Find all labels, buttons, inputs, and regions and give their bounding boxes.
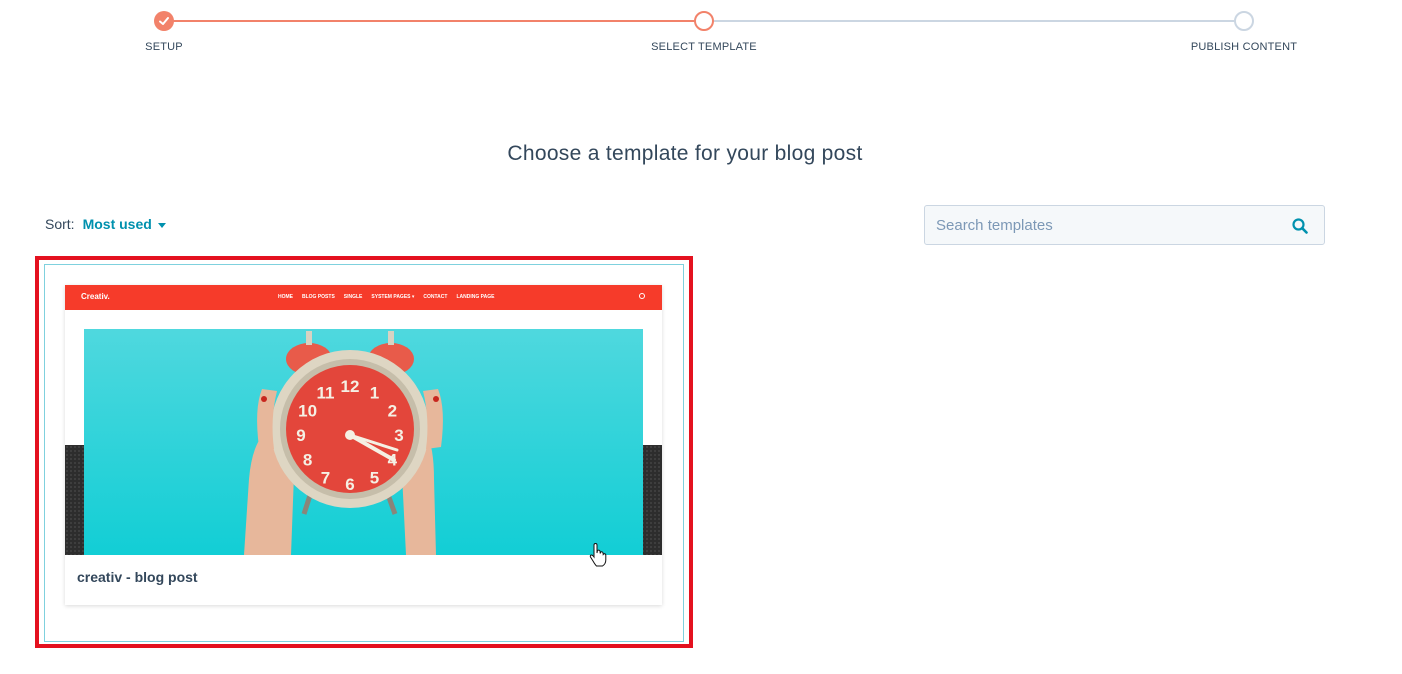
step-select-template-dot <box>694 11 714 31</box>
preview-logo: Creativ. <box>81 292 110 301</box>
step-setup-dot[interactable] <box>154 11 174 31</box>
preview-navbar: Creativ. HOME BLOG POSTS SINGLE SYSTEM P… <box>65 285 662 310</box>
search-input[interactable] <box>925 206 1276 244</box>
stepper-line-pending <box>704 20 1244 22</box>
preview-menu-item: SINGLE <box>343 294 363 300</box>
sort-dropdown[interactable]: Most used <box>83 216 166 232</box>
clock-number: 11 <box>317 384 335 403</box>
page-title: Choose a template for your blog post <box>507 142 863 165</box>
clock-number: 9 <box>296 426 305 445</box>
preview-menu-item: SYSTEM PAGES ▾ <box>371 294 415 300</box>
search-box <box>924 205 1325 245</box>
hand-pointer-icon <box>589 543 607 567</box>
sort-control: Sort: Most used <box>45 216 166 232</box>
sort-dropdown-value: Most used <box>82 216 152 232</box>
check-icon <box>159 17 169 25</box>
step-setup-label[interactable]: SETUP <box>145 41 183 53</box>
step-publish-content-dot <box>1234 11 1254 31</box>
clock-number: 12 <box>341 377 360 396</box>
preview-menu-item: LANDING PAGE <box>456 294 495 300</box>
search-icon[interactable] <box>1292 218 1308 234</box>
alarm-clock-illustration: 12 12 3 45678 9 1011 <box>244 331 443 555</box>
template-card[interactable]: Creativ. HOME BLOG POSTS SINGLE SYSTEM P… <box>65 285 662 605</box>
clock-number: 10 <box>298 402 317 421</box>
clock-number: 8 <box>303 451 312 470</box>
progress-stepper: SETUP SELECT TEMPLATE PUBLISH CONTENT <box>0 0 1402 70</box>
preview-menu-item: HOME <box>278 294 293 300</box>
template-card-title: creativ - blog post <box>77 569 198 585</box>
preview-search-icon <box>639 293 645 299</box>
preview-hero-image: 12 1 2 3 4 5 6 7 8 9 10 11 <box>84 329 643 555</box>
preview-menu-item: CONTACT <box>423 294 448 300</box>
clock-number: 3 <box>394 426 403 445</box>
step-publish-content-label: PUBLISH CONTENT <box>1190 41 1298 53</box>
clock-number: 2 <box>388 402 397 421</box>
clock-number: 5 <box>370 468 379 487</box>
caret-down-icon <box>157 222 166 228</box>
stepper-line-complete <box>164 20 704 22</box>
preview-menu-item: BLOG POSTS <box>302 294 335 300</box>
clock-number: 1 <box>370 384 379 403</box>
clock-number: 7 <box>321 468 330 487</box>
clock-number: 4 <box>388 451 398 470</box>
sort-label: Sort: <box>45 216 75 232</box>
step-select-template-label: SELECT TEMPLATE <box>651 41 757 53</box>
preview-menu: HOME BLOG POSTS SINGLE SYSTEM PAGES ▾ CO… <box>278 294 494 300</box>
clock-number: 6 <box>345 475 354 494</box>
